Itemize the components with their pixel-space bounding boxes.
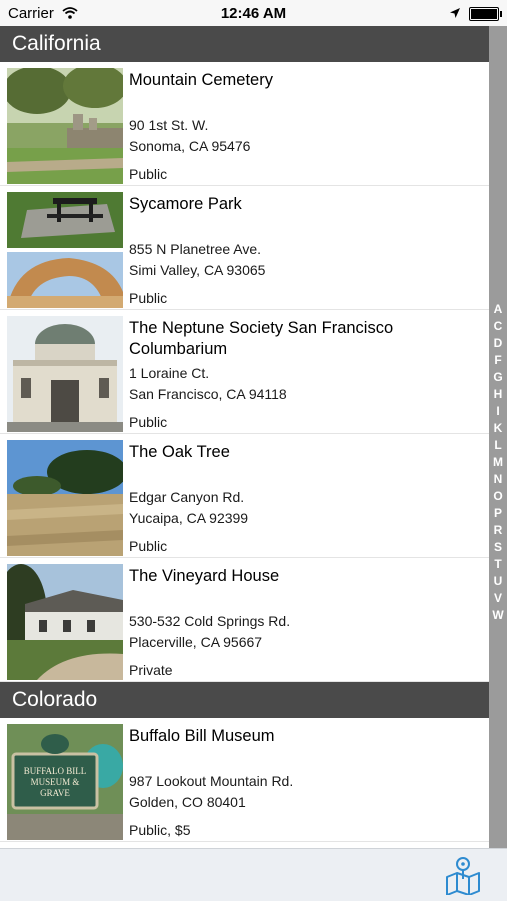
index-letter[interactable]: D	[489, 335, 507, 352]
clock: 12:46 AM	[220, 5, 287, 22]
item-address-line1: Edgar Canyon Rd.	[129, 489, 245, 505]
thumbnail-oak-tree	[7, 440, 123, 556]
index-letter[interactable]: P	[489, 505, 507, 522]
index-letter[interactable]: G	[489, 369, 507, 386]
sign-text-line2: MUSEUM &	[31, 777, 80, 787]
item-address-line1: 90 1st St. W.	[129, 117, 209, 133]
item-name: The Oak Tree	[129, 443, 230, 461]
list-item[interactable]: BUFFALO BILL MUSEUM & GRAVE Buffalo Bill…	[0, 718, 489, 842]
item-address-line2: San Francisco, CA 94118	[129, 386, 287, 402]
index-letter[interactable]: K	[489, 420, 507, 437]
index-letter[interactable]: O	[489, 488, 507, 505]
item-address-line2: Golden, CO 80401	[129, 794, 246, 810]
index-letter[interactable]: N	[489, 471, 507, 488]
index-letter[interactable]: F	[489, 352, 507, 369]
battery-icon	[469, 7, 502, 21]
thumbnail-sycamore-park	[7, 192, 123, 308]
index-letter[interactable]: V	[489, 590, 507, 607]
index-letter[interactable]: I	[489, 403, 507, 420]
index-letter[interactable]: R	[489, 522, 507, 539]
location-icon	[449, 6, 461, 23]
index-letter[interactable]: H	[489, 386, 507, 403]
index-letter[interactable]: U	[489, 573, 507, 590]
section-header-california: California	[0, 26, 489, 62]
index-letter[interactable]: L	[489, 437, 507, 454]
status-bar: Carrier 12:46 AM	[0, 0, 507, 26]
item-name: The Vineyard House	[129, 567, 280, 585]
item-name: Mountain Cemetery	[129, 71, 273, 89]
item-access: Public	[129, 538, 168, 554]
thumbnail-mountain-cemetery	[7, 68, 123, 184]
list-item[interactable]: The Vineyard House 530-532 Cold Springs …	[0, 558, 489, 682]
list-item[interactable]: Mountain Cemetery 90 1st St. W. Sonoma, …	[0, 62, 489, 186]
section-index-bar[interactable]: A C D F G H I K L M N O P R S T U V W	[489, 26, 507, 848]
index-letter[interactable]: A	[489, 301, 507, 318]
item-access: Public, $5	[129, 822, 191, 838]
sign-text-line3: GRAVE	[40, 788, 70, 798]
list-item[interactable]: The Oak Tree Edgar Canyon Rd. Yucaipa, C…	[0, 434, 489, 558]
sign-text-line1: BUFFALO BILL	[24, 766, 87, 776]
index-letter[interactable]: T	[489, 556, 507, 573]
list-item[interactable]: Sycamore Park 855 N Planetree Ave. Simi …	[0, 186, 489, 310]
index-letters[interactable]: A C D F G H I K L M N O P R S T U V W	[489, 301, 507, 624]
index-letter[interactable]: S	[489, 539, 507, 556]
item-name: Buffalo Bill Museum	[129, 727, 275, 745]
item-address-line1: 530-532 Cold Springs Rd.	[129, 613, 291, 629]
item-address-line1: 987 Lookout Mountain Rd.	[129, 773, 294, 789]
item-access: Public	[129, 166, 168, 182]
cemetery-list[interactable]: California Mountain Cemetery 90 1st St. …	[0, 26, 489, 848]
item-access: Private	[129, 662, 173, 678]
item-access: Public	[129, 414, 168, 430]
index-letter[interactable]: M	[489, 454, 507, 471]
item-name: Sycamore Park	[129, 195, 242, 213]
item-name: The Neptune Society San Francisco Columb…	[129, 319, 394, 358]
item-address-line1: 1 Loraine Ct.	[129, 365, 210, 381]
item-address-line2: Sonoma, CA 95476	[129, 138, 251, 154]
item-access: Public	[129, 290, 168, 306]
thumbnail-buffalo-bill-museum: BUFFALO BILL MUSEUM & GRAVE	[7, 724, 123, 840]
item-address-line2: Placerville, CA 95667	[129, 634, 263, 650]
index-letter[interactable]: C	[489, 318, 507, 335]
list-item[interactable]: The Neptune Society San Francisco Columb…	[0, 310, 489, 434]
index-letter[interactable]: W	[489, 607, 507, 624]
thumbnail-vineyard-house	[7, 564, 123, 680]
item-address-line1: 855 N Planetree Ave.	[129, 241, 262, 257]
item-address-line2: Simi Valley, CA 93065	[129, 262, 266, 278]
item-address-line2: Yucaipa, CA 92399	[129, 510, 249, 526]
section-header-colorado: Colorado	[0, 682, 489, 718]
map-icon[interactable]	[445, 855, 481, 896]
bottom-toolbar	[0, 848, 507, 901]
thumbnail-neptune-columbarium	[7, 316, 123, 432]
